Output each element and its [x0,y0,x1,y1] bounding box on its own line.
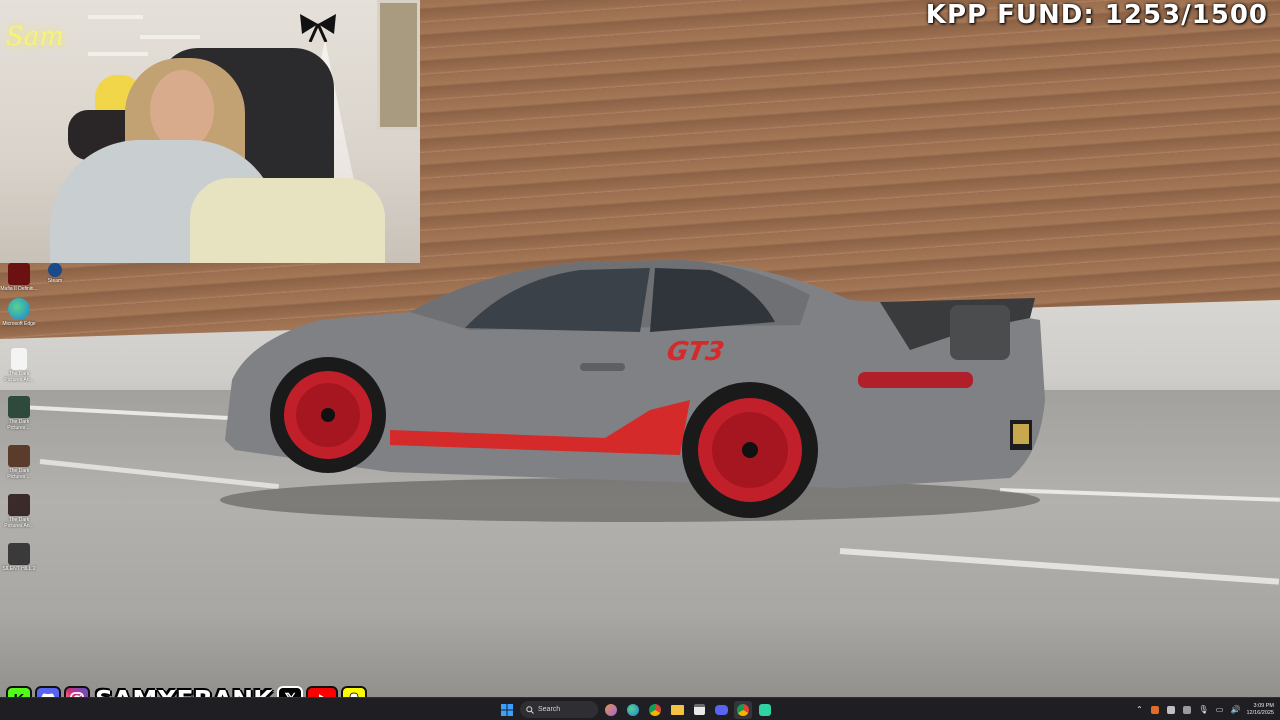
file-icon [11,348,27,370]
taskbar-apps: Search [498,700,774,719]
desktop-icon-label: The Dark Pictures An... [4,517,34,529]
sports-car-image: GT3 [220,260,1045,522]
taskbar-app[interactable] [756,701,774,719]
clock-date: 12/16/2025 [1246,709,1274,716]
streamer-pants [190,178,385,263]
chrome-icon [737,703,749,716]
network-icon[interactable]: ▭ [1214,705,1224,715]
taskbar-file-explorer[interactable] [668,701,686,719]
search-icon [526,705,534,714]
wall-shelf [88,15,143,19]
calendar-icon [693,704,705,715]
start-button[interactable] [498,701,516,719]
chrome-icon [649,703,661,716]
desktop-icon-dark-pictures-1[interactable]: The Dark Pictures ... [0,396,38,431]
taskbar-calendar[interactable] [690,701,708,719]
desktop-icon-dark-pictures-3[interactable]: The Dark Pictures An... [0,494,38,529]
room-window [377,0,420,130]
svg-text:GT3: GT3 [664,337,726,367]
clock-time: 3:09 PM [1253,702,1274,709]
edge-icon [8,298,30,320]
desktop-icon-dark-pictures-2[interactable]: The Dark Pictures ... [0,445,38,480]
taskbar-clock[interactable]: 3:09 PM 12/16/2025 [1246,703,1274,717]
desktop-icon-label: Mafia II Definiti... [0,286,38,292]
desktop-icon-edge[interactable]: Microsoft Edge [0,298,38,327]
neon-sign: Sam [6,22,64,52]
system-tray: ⌃ 🎙 ▭ 🔊 3:09 PM 12/16/2025 [1134,699,1274,720]
desktop-icon-label: The Dark Pictures An... [4,371,34,383]
taskbar-chrome-2[interactable] [734,700,752,719]
tray-app-icon[interactable] [1166,705,1176,715]
widgets-icon [605,703,617,716]
tray-app-icon[interactable] [1182,705,1192,715]
edge-icon [627,703,639,716]
silent-hill-icon [8,543,30,565]
chevron-up-icon[interactable]: ⌃ [1134,705,1144,715]
desktop-icon-silent-hill[interactable]: SILENT HILL 2 [0,543,38,572]
app-icon [759,703,771,716]
steam-icon [48,263,62,277]
windows-icon [501,703,513,716]
taskbar-edge[interactable] [624,701,642,719]
streamer-face [150,70,214,150]
desktop-icon-label: SILENT HILL 2 [2,566,36,572]
taskbar-search[interactable]: Search [520,701,598,718]
desktop-icon-label: Microsoft Edge [2,321,36,327]
mafia-icon [8,263,30,285]
desktop-icon-label: Steam [47,278,63,284]
dark-pictures-icon [8,445,30,467]
wall-shelf [140,35,200,39]
volume-icon[interactable]: 🔊 [1230,705,1240,715]
bow-decoration [300,14,336,42]
tray-app-icon[interactable] [1150,705,1160,715]
desktop-icon-label: The Dark Pictures ... [7,468,31,480]
fund-counter: KPP FUND: 1253/1500 [925,0,1268,30]
dark-pictures-icon [8,396,30,418]
dark-pictures-icon [8,494,30,516]
taskbar-chrome[interactable] [646,701,664,719]
wall-shelf [88,52,148,56]
taskbar-discord[interactable] [712,701,730,719]
folder-icon [670,704,684,715]
desktop-icon-label: The Dark Pictures ... [7,419,31,431]
desktop-icon-file[interactable]: The Dark Pictures An... [0,348,38,383]
discord-icon [714,704,728,715]
microphone-icon[interactable]: 🎙 [1198,705,1208,715]
desktop-icon-steam[interactable]: Steam [36,263,74,284]
desktop-icon-mafia[interactable]: Mafia II Definiti... [0,263,38,292]
webcam-feed: Sam [0,0,420,263]
taskbar: Search ⌃ 🎙 ▭ 🔊 3:09 PM 12/16/2025 [0,697,1280,720]
taskbar-widgets[interactable] [602,701,620,719]
search-label: Search [538,706,561,713]
